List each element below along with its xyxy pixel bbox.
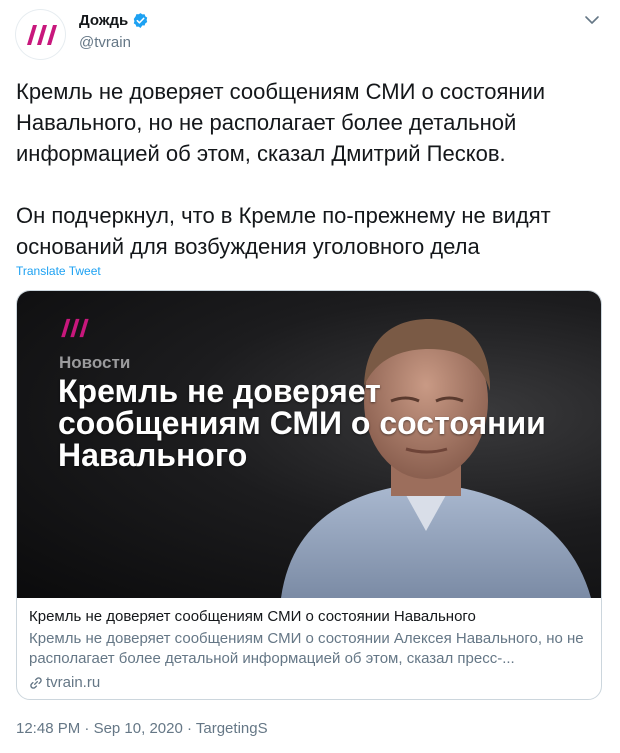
tweet-time[interactable]: 12:48 PM: [16, 720, 80, 737]
translate-tweet-link[interactable]: Translate Tweet: [16, 264, 101, 278]
image-headline: Кремль не доверяет сообщениям СМИ о сост…: [58, 373, 546, 473]
meta-separator: ·: [80, 720, 94, 737]
tvrain-logo: [61, 318, 89, 338]
verified-badge-icon: [133, 13, 148, 28]
tweet-text: Кремль не доверяет сообщениям СМИ о сост…: [16, 76, 606, 262]
card-text[interactable]: Кремль не доверяет сообщениям СМИ о сост…: [29, 607, 589, 693]
tweet-meta: 12:48 PM · Sep 10, 2020 · TargetingS: [16, 720, 268, 737]
card-image[interactable]: Новости Кремль не доверяет сообщениям СМ…: [17, 291, 601, 598]
card-title[interactable]: Кремль не доверяет сообщениям СМИ о сост…: [29, 607, 589, 627]
author-display-name[interactable]: Дождь: [79, 12, 128, 29]
author-name-row[interactable]: Дождь: [79, 12, 149, 29]
chevron-down-icon[interactable]: [584, 12, 600, 28]
card-description: Кремль не доверяет сообщениям СМИ о сост…: [29, 630, 584, 667]
meta-separator: ·: [182, 720, 196, 737]
link-card[interactable]: Новости Кремль не доверяет сообщениям СМ…: [16, 290, 602, 700]
image-category-label: Новости: [59, 353, 131, 372]
tweet: Дождь @tvrain Кремль не доверяет сообщен…: [0, 0, 620, 753]
tvrain-logo: [26, 24, 57, 45]
tweet-source[interactable]: TargetingS: [196, 720, 268, 737]
avatar[interactable]: [16, 10, 65, 59]
tweet-paragraph: Кремль не доверяет сообщениям СМИ о сост…: [16, 79, 546, 166]
tweet-date[interactable]: Sep 10, 2020: [94, 720, 183, 737]
author-handle[interactable]: @tvrain: [79, 34, 131, 51]
card-domain[interactable]: tvrain.ru: [29, 673, 589, 693]
card-domain-text[interactable]: tvrain.ru: [46, 673, 100, 693]
tweet-paragraph: Он подчеркнул, что в Кремле по-прежнему …: [16, 203, 551, 259]
link-icon: [30, 677, 42, 689]
